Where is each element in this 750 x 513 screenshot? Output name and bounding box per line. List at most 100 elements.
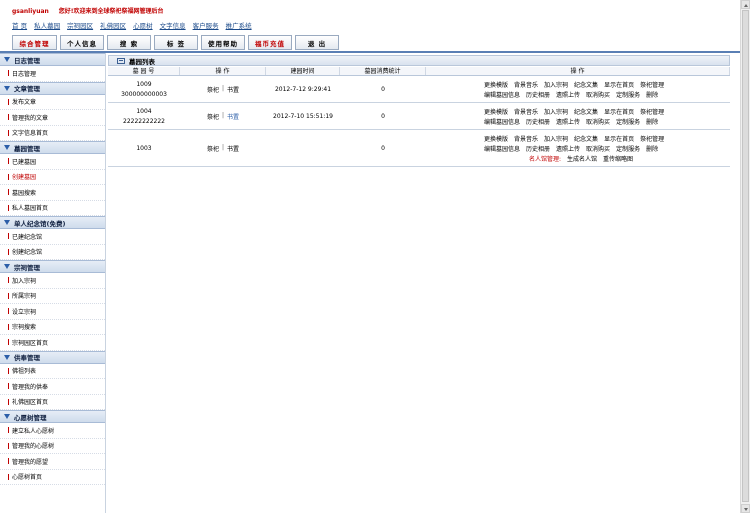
operation-link[interactable]: 显示在首页 bbox=[604, 134, 634, 143]
celebrity-hall-link[interactable]: 生成名人馆 bbox=[567, 154, 597, 163]
sidebar-item[interactable]: 建立私人心愿树 bbox=[0, 423, 105, 439]
sidebar-item[interactable]: 设立宗祠 bbox=[0, 304, 105, 320]
operation-link[interactable]: 显示在首页 bbox=[604, 107, 634, 116]
sidebar-item[interactable]: 管理我的文章 bbox=[0, 110, 105, 126]
operation-link[interactable]: 编辑墓园信息 bbox=[484, 117, 520, 126]
cemetery-id[interactable]: 1009 bbox=[136, 81, 151, 88]
operation-link[interactable]: 加入宗祠 bbox=[544, 80, 568, 89]
operation-link[interactable]: 定制服务 bbox=[616, 90, 640, 99]
sidebar-group-header[interactable]: 墓园管理 bbox=[0, 141, 105, 154]
operation-link[interactable]: 更换模版 bbox=[484, 80, 508, 89]
tab-3[interactable]: 搜 索 bbox=[107, 35, 151, 50]
settings-link[interactable]: 书置 bbox=[227, 85, 239, 94]
sidebar-group-header[interactable]: 文章管理 bbox=[0, 81, 105, 95]
operation-link[interactable]: 纪念文集 bbox=[574, 80, 598, 89]
operation-link[interactable]: 更换模版 bbox=[484, 107, 508, 116]
operation-link[interactable]: 遗照上传 bbox=[556, 90, 580, 99]
topnav-link[interactable]: 文字信息 bbox=[160, 20, 186, 30]
sidebar-group-header[interactable]: 单人纪念馆(免费) bbox=[0, 216, 105, 229]
operation-link[interactable]: 遗照上传 bbox=[556, 144, 580, 153]
worship-link[interactable]: 祭祀 bbox=[207, 85, 219, 94]
sidebar-item[interactable]: 加入宗祠 bbox=[0, 273, 105, 289]
operation-link[interactable]: 祭祀管理 bbox=[640, 107, 664, 116]
worship-link[interactable]: 祭祀 bbox=[207, 112, 219, 121]
sidebar-item[interactable]: 文字信息首页 bbox=[0, 126, 105, 141]
sidebar-item[interactable]: 私人墓园首页 bbox=[0, 201, 105, 216]
topnav-link[interactable]: 首 页 bbox=[12, 20, 27, 30]
topnav-link[interactable]: 客户服务 bbox=[193, 20, 219, 30]
sidebar-group-header[interactable]: 心愿树管理 bbox=[0, 410, 105, 423]
operation-link[interactable]: 纪念文集 bbox=[574, 107, 598, 116]
operation-link[interactable]: 历史相册 bbox=[526, 117, 550, 126]
operation-link[interactable]: 纪念文集 bbox=[574, 134, 598, 143]
topnav-link[interactable]: 礼佛园区 bbox=[100, 20, 126, 30]
celebrity-hall-link[interactable]: 重传缩略图 bbox=[603, 154, 633, 163]
sidebar-item[interactable]: 管理我的供奉 bbox=[0, 379, 105, 395]
sidebar-group-header[interactable]: 日志管理 bbox=[0, 53, 105, 66]
operation-link[interactable]: 祭祀管理 bbox=[640, 134, 664, 143]
sidebar-item[interactable]: 礼佛园区首页 bbox=[0, 395, 105, 410]
tab-1[interactable]: 综合管理 bbox=[12, 35, 57, 50]
vertical-scrollbar[interactable] bbox=[740, 0, 750, 513]
sidebar-item[interactable]: 宗祠园区首页 bbox=[0, 335, 105, 351]
operation-link[interactable]: 历史相册 bbox=[526, 90, 550, 99]
operation-link[interactable]: 编辑墓园信息 bbox=[484, 144, 520, 153]
scroll-down-icon[interactable] bbox=[741, 504, 750, 513]
operation-link[interactable]: 遗照上传 bbox=[556, 117, 580, 126]
tab-6[interactable]: 福币充值 bbox=[248, 35, 292, 50]
sidebar-item[interactable]: 佛祖列表 bbox=[0, 364, 105, 379]
cemetery-id[interactable]: 1004 bbox=[136, 108, 151, 115]
operation-link[interactable]: 加入宗祠 bbox=[544, 107, 568, 116]
operation-link[interactable]: 编辑墓园信息 bbox=[484, 90, 520, 99]
operation-link[interactable]: 删除 bbox=[646, 117, 658, 126]
sidebar-item[interactable]: 宗祠搜索 bbox=[0, 320, 105, 335]
operations-cell: 更换模版 背景音乐 加入宗祠 纪念文集 显示在首页 祭祀管理编辑墓园信息 历史相册 遗照上传取… bbox=[426, 76, 730, 102]
tab-7[interactable]: 退 出 bbox=[295, 35, 339, 50]
bullet-bar-icon bbox=[8, 292, 9, 299]
tab-5[interactable]: 使用帮助 bbox=[201, 35, 245, 50]
operation-link[interactable]: 祭祀管理 bbox=[640, 80, 664, 89]
tab-2[interactable]: 个人信息 bbox=[60, 35, 104, 50]
sidebar-item[interactable]: 创建纪念馆 bbox=[0, 245, 105, 260]
sidebar-group-title: 文章管理 bbox=[14, 85, 40, 93]
operation-link[interactable]: 取消购买 bbox=[586, 117, 610, 126]
settings-link[interactable]: 书置 bbox=[227, 112, 239, 121]
table-header: 墓 园 号操 作建园时间 墓园消费统计操 作 bbox=[108, 67, 730, 76]
operation-link[interactable]: 加入宗祠 bbox=[544, 134, 568, 143]
operation-link[interactable]: 背景音乐 bbox=[514, 107, 538, 116]
operation-link[interactable]: 显示在首页 bbox=[604, 80, 634, 89]
topnav-link[interactable]: 私人墓园 bbox=[34, 20, 60, 30]
operation-link[interactable]: 背景音乐 bbox=[514, 134, 538, 143]
cemetery-id[interactable]: 1003 bbox=[136, 145, 151, 152]
sidebar-item[interactable]: 已建墓园 bbox=[0, 154, 105, 170]
sidebar-group-header[interactable]: 供奉管理 bbox=[0, 350, 105, 364]
created-time: 2012-7-10 15:51:19 bbox=[273, 112, 333, 120]
sidebar-item[interactable]: 墓园搜索 bbox=[0, 185, 105, 201]
operation-link[interactable]: 历史相册 bbox=[526, 144, 550, 153]
operation-link[interactable]: 删除 bbox=[646, 90, 658, 99]
operation-link[interactable]: 取消购买 bbox=[586, 144, 610, 153]
topnav-link[interactable]: 推广系统 bbox=[226, 20, 252, 30]
scroll-thumb[interactable] bbox=[742, 10, 749, 502]
topnav-link[interactable]: 宗祠园区 bbox=[67, 20, 93, 30]
settings-link[interactable]: 书置 bbox=[227, 144, 239, 153]
worship-link[interactable]: 祭祀 bbox=[207, 144, 219, 153]
sidebar-item[interactable]: 创建墓园 bbox=[0, 170, 105, 185]
sidebar-item[interactable]: 管理我的愿望 bbox=[0, 454, 105, 470]
sidebar-item[interactable]: 管理我的心愿树 bbox=[0, 439, 105, 454]
operation-link[interactable]: 更换模版 bbox=[484, 134, 508, 143]
sidebar-item[interactable]: 发布文章 bbox=[0, 95, 105, 110]
operation-link[interactable]: 背景音乐 bbox=[514, 80, 538, 89]
sidebar-group-header[interactable]: 宗祠管理 bbox=[0, 260, 105, 273]
tab-4[interactable]: 标 签 bbox=[154, 35, 198, 50]
operation-link[interactable]: 删除 bbox=[646, 144, 658, 153]
operation-link[interactable]: 取消购买 bbox=[586, 90, 610, 99]
operation-link[interactable]: 定制服务 bbox=[616, 144, 640, 153]
sidebar-item[interactable]: 已建纪念馆 bbox=[0, 229, 105, 245]
sidebar-item[interactable]: 心愿树首页 bbox=[0, 470, 105, 485]
scroll-up-icon[interactable] bbox=[741, 0, 750, 9]
topnav-link[interactable]: 心愿树 bbox=[133, 20, 153, 30]
sidebar-item[interactable]: 日志管理 bbox=[0, 66, 105, 82]
operation-link[interactable]: 定制服务 bbox=[616, 117, 640, 126]
sidebar-item[interactable]: 所属宗祠 bbox=[0, 289, 105, 304]
